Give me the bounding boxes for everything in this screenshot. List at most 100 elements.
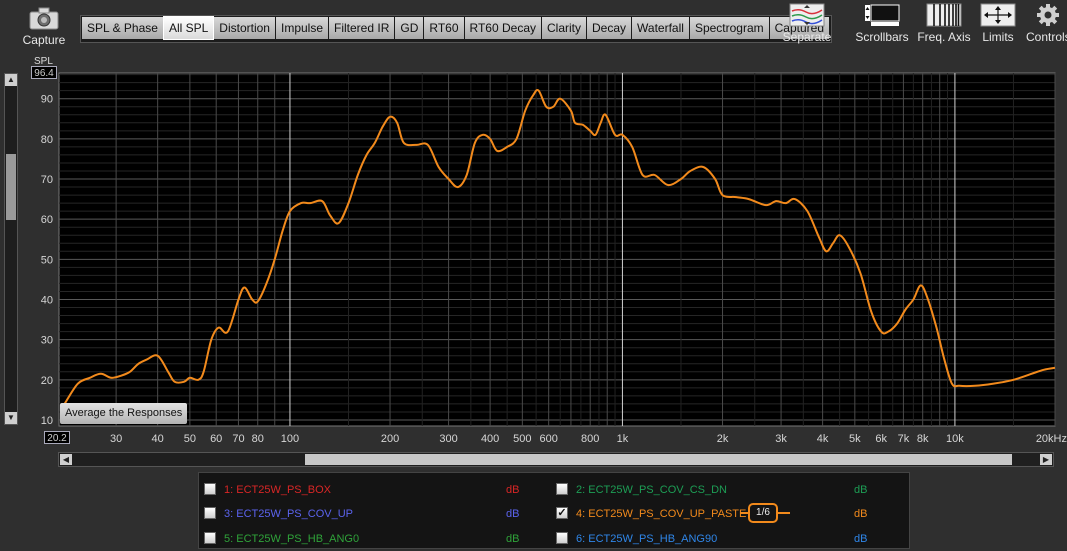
legend-label[interactable]: 3: ECT25W_PS_COV_UP <box>224 508 353 520</box>
trace-checkbox-6[interactable] <box>556 532 568 544</box>
legend-label[interactable]: 4: ECT25W_PS_COV_UP_PASTE <box>576 508 746 520</box>
trace-point <box>848 247 850 249</box>
trace-point <box>77 383 79 385</box>
x-tick-label: 6k <box>875 433 887 445</box>
x-left-limit[interactable]: 20.2 <box>44 431 70 444</box>
trace-point <box>622 134 624 136</box>
trace-checkbox-3[interactable] <box>204 507 216 519</box>
trace-point <box>936 327 938 329</box>
trace-point <box>860 273 862 275</box>
trace-point <box>589 130 591 132</box>
trace-point <box>722 194 724 196</box>
measurement-legend: 1: ECT25W_PS_BOX dB 2: ECT25W_PS_COV_CS_DN… <box>198 472 910 549</box>
trace-point <box>927 299 929 301</box>
y-top-limit[interactable]: 96.4 <box>31 66 57 79</box>
x-tick-label: 500 <box>513 433 531 445</box>
trace-point <box>389 116 391 118</box>
x-tick-label: 10k <box>946 433 964 445</box>
trace-point <box>920 285 922 287</box>
trace-point <box>570 110 572 112</box>
x-tick-label: 8k <box>917 433 929 445</box>
trace-point <box>794 198 796 200</box>
trace-point <box>338 222 340 224</box>
trace-point <box>251 299 253 301</box>
trace-point <box>120 375 122 377</box>
y-tick-label: 20 <box>41 375 53 387</box>
trace-point <box>506 146 508 148</box>
trace-point <box>366 154 368 156</box>
x-tick-label: 2k <box>717 433 729 445</box>
legend-item-4: ✓ 4: ECT25W_PS_COV_UP_PASTE dB 1/6 <box>556 503 896 524</box>
trace-point <box>818 237 820 239</box>
trace-point <box>574 122 576 124</box>
trace-point <box>129 371 131 373</box>
trace-point <box>785 202 787 204</box>
trace-point <box>1013 379 1015 381</box>
x-tick-label: 40 <box>152 433 164 445</box>
trace-point <box>448 178 450 180</box>
y-tick-label: 70 <box>41 174 53 186</box>
trace-point <box>266 283 268 285</box>
trace-point <box>300 202 302 204</box>
legend-label[interactable]: 5: ECT25W_PS_HB_ANG0 <box>224 533 359 545</box>
trace-point <box>138 363 140 365</box>
x-tick-label: 70 <box>232 433 244 445</box>
trace-checkbox-2[interactable] <box>556 483 568 495</box>
x-tick-label: 100 <box>281 433 299 445</box>
smoothing-badge[interactable]: 1/6 <box>748 503 778 523</box>
x-tick-label: 4k <box>817 433 829 445</box>
trace-checkbox-4[interactable]: ✓ <box>556 507 568 519</box>
trace-point <box>374 142 376 144</box>
legend-label[interactable]: 6: ECT25W_PS_HB_ANG90 <box>576 533 717 545</box>
trace-point <box>516 138 518 140</box>
trace-point <box>238 299 240 301</box>
trace-point <box>257 301 259 303</box>
scroll-left-arrow[interactable]: ◀ <box>60 454 72 465</box>
trace-point <box>1054 367 1056 369</box>
trace-point <box>839 234 841 236</box>
trace-point <box>438 166 440 168</box>
trace-point <box>870 311 872 313</box>
trace-point <box>559 98 561 100</box>
trace-point <box>736 196 738 198</box>
legend-unit: dB <box>506 533 520 545</box>
trace-point <box>992 383 994 385</box>
legend-item-5: 5: ECT25W_PS_HB_ANG0 dB <box>204 529 544 549</box>
trace-point <box>680 178 682 180</box>
trace-point <box>748 198 750 200</box>
y-tick-label: 80 <box>41 134 53 146</box>
trace-point <box>807 210 809 212</box>
legend-label[interactable]: 2: ECT25W_PS_COV_CS_DN <box>576 484 727 496</box>
trace-point <box>913 299 915 301</box>
trace-color-line <box>778 512 790 514</box>
horizontal-scrollbar[interactable]: ◀ ▶ <box>58 452 1054 467</box>
trace-checkbox-1[interactable] <box>204 483 216 495</box>
trace-point <box>765 204 767 206</box>
trace-point <box>538 90 540 92</box>
average-responses-button[interactable]: Average the Responses <box>60 403 188 424</box>
horizontal-scroll-thumb[interactable] <box>305 454 1012 465</box>
spl-graph[interactable]: 10 20 30 40 50 60 70 80 90 30 40 50 60 70 80 100 200 300 4… <box>0 0 1067 452</box>
trace-point <box>958 385 960 387</box>
legend-item-3: 3: ECT25W_PS_COV_UP dB <box>204 504 544 524</box>
x-tick-label: 5k <box>849 433 861 445</box>
trace-checkbox-5[interactable] <box>204 532 216 544</box>
legend-unit: dB <box>854 484 868 496</box>
trace-point <box>533 94 535 96</box>
legend-unit: dB <box>854 508 868 520</box>
trace-point <box>496 150 498 152</box>
trace-point <box>203 371 205 373</box>
legend-item-2: 2: ECT25W_PS_COV_CS_DN dB <box>556 480 896 500</box>
legend-unit: dB <box>854 533 868 545</box>
trace-point <box>274 259 276 261</box>
scroll-right-arrow[interactable]: ▶ <box>1040 454 1052 465</box>
trace-point <box>614 134 616 136</box>
legend-label[interactable]: 1: ECT25W_PS_BOX <box>224 484 331 496</box>
trace-point <box>174 381 176 383</box>
trace-point <box>321 200 323 202</box>
trace-point <box>382 126 384 128</box>
trace-point <box>183 381 185 383</box>
trace-point <box>825 251 827 253</box>
trace-point <box>702 166 704 168</box>
trace-point <box>832 243 834 245</box>
